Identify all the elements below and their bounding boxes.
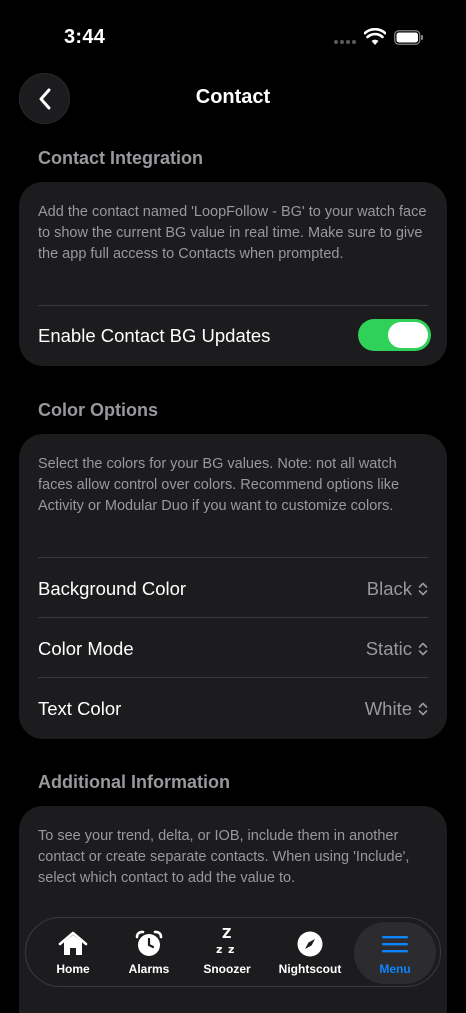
enable-contact-bg-label: Enable Contact BG Updates xyxy=(38,325,271,346)
background-color-label: Background Color xyxy=(38,578,187,599)
divider xyxy=(38,677,428,678)
divider xyxy=(38,305,428,306)
contact-integration-description: Add the contact named 'LoopFollow - BG' … xyxy=(38,204,427,262)
status-bar: 3:44 xyxy=(0,0,466,70)
status-time: 3:44 xyxy=(64,26,106,48)
background-color-value: Black xyxy=(366,578,412,599)
chevron-up-down-icon xyxy=(418,702,428,716)
tab-home[interactable]: Home xyxy=(40,918,106,988)
alarm-clock-icon xyxy=(134,930,164,958)
color-mode-label: Color Mode xyxy=(38,638,134,659)
divider xyxy=(38,557,428,558)
section-header-additional-information: Additional Information xyxy=(38,772,230,792)
wifi-icon xyxy=(364,28,386,45)
section-header-color-options: Color Options xyxy=(38,400,158,420)
tab-nightscout-label: Nightscout xyxy=(278,962,342,976)
compass-icon xyxy=(295,930,325,958)
tab-alarms-label: Alarms xyxy=(128,962,170,976)
additional-information-description: To see your trend, delta, or IOB, includ… xyxy=(38,828,410,886)
tab-home-label: Home xyxy=(56,962,90,976)
chevron-up-down-icon xyxy=(418,642,428,656)
divider xyxy=(38,617,428,618)
color-options-card: Select the colors for your BG values. No… xyxy=(19,434,447,739)
tab-snoozer[interactable]: Z z z Snoozer xyxy=(194,918,260,988)
contact-integration-card: Add the contact named 'LoopFollow - BG' … xyxy=(19,182,447,366)
background-color-picker[interactable]: Black xyxy=(367,578,428,600)
text-color-picker[interactable]: White xyxy=(365,698,428,720)
toggle-knob xyxy=(388,322,428,348)
section-header-contact-integration: Contact Integration xyxy=(38,148,203,168)
page-title: Contact xyxy=(195,86,271,108)
house-icon xyxy=(58,930,88,958)
zzz-icon: Z z z xyxy=(216,927,235,956)
color-mode-picker[interactable]: Static xyxy=(366,638,428,660)
tab-menu-label: Menu xyxy=(379,962,411,976)
cellular-signal-icon xyxy=(334,40,356,44)
color-options-description: Select the colors for your BG values. No… xyxy=(38,456,400,514)
enable-contact-bg-toggle[interactable] xyxy=(358,319,431,351)
menu-icon xyxy=(380,930,410,958)
tab-menu[interactable]: Menu xyxy=(354,922,436,984)
text-color-value: White xyxy=(364,698,412,719)
text-color-label: Text Color xyxy=(38,698,122,719)
color-mode-value: Static xyxy=(365,638,412,659)
chevron-up-down-icon xyxy=(418,582,428,596)
tab-snoozer-label: Snoozer xyxy=(203,962,251,976)
battery-icon xyxy=(394,30,423,45)
tab-alarms[interactable]: Alarms xyxy=(116,918,182,988)
tab-nightscout[interactable]: Nightscout xyxy=(274,918,346,988)
tab-bar: Home Alarms Z z z Snoozer Nightscout Men… xyxy=(25,917,441,987)
